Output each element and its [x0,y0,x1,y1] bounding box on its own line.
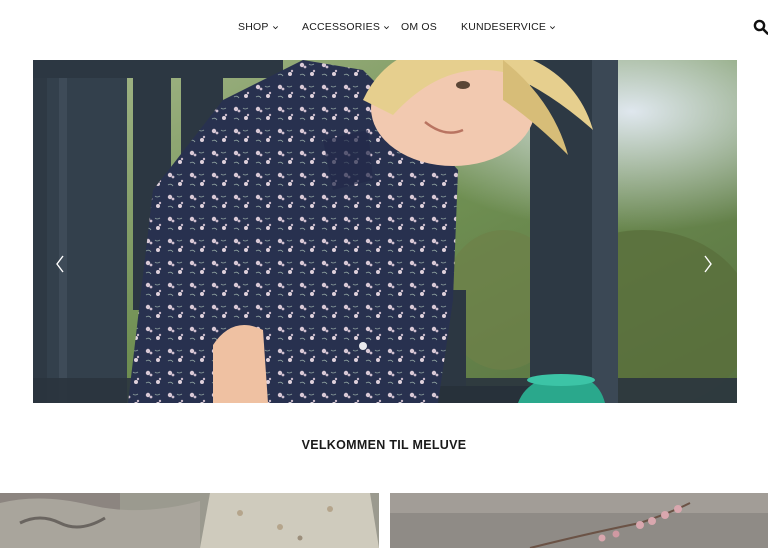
menu-item-kundeservice[interactable]: KUNDESERVICE [461,21,556,33]
hero-slider [33,60,737,403]
product-image [390,493,768,548]
product-tile[interactable] [390,493,768,548]
product-image [0,493,379,548]
menu-item-accessories-label: ACCESSORIES [302,21,381,33]
welcome-heading: VELKOMMEN TIL MELUVE [301,438,467,452]
menu-item-om-os[interactable]: OM OS [401,21,437,33]
chevron-down-icon [272,25,278,29]
chevron-down-icon [384,25,390,29]
menu-item-accessories[interactable]: ACCESSORIES [302,21,390,33]
menu-item-shop-label: SHOP [238,21,269,33]
product-tile[interactable] [0,493,379,548]
chevron-right-icon[interactable] [701,253,715,275]
menu-item-shop[interactable]: SHOP [238,21,279,33]
menu-item-om-os-label: OM OS [401,21,438,33]
hero-image [33,60,737,403]
top-navigation: SHOP ACCESSORIES OM OS KUNDESERVICE [0,0,768,56]
menu-item-kundeservice-label: KUNDESERVICE [461,21,547,33]
chevron-left-icon[interactable] [53,253,67,275]
search-icon[interactable] [753,19,768,35]
chevron-down-icon [550,25,556,29]
slider-dot-active[interactable] [359,342,367,350]
